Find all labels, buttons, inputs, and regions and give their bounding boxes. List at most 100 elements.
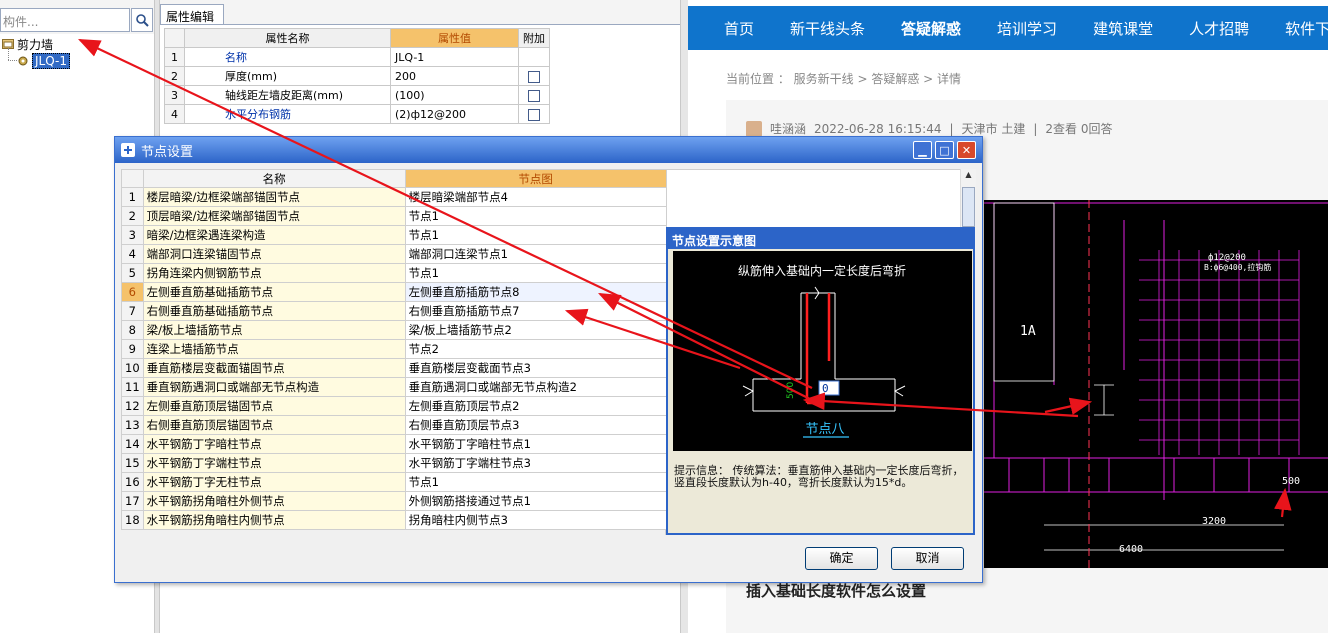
dialog-title-bar[interactable]: 节点设置 — [115, 137, 982, 163]
table-row[interactable]: 13 右侧垂直筋顶层锚固节点 右侧垂直筋顶层节点3 — [121, 415, 667, 435]
property-name: 厚度(mm) — [184, 66, 391, 86]
node-name: 右侧垂直筋顶层锚固节点 — [142, 415, 406, 435]
table-row[interactable]: 4 端部洞口连梁锚固节点 端部洞口连梁节点1 — [121, 244, 667, 264]
table-row[interactable]: 9 连梁上墙插筋节点 节点2 — [121, 339, 667, 359]
extra-checkbox[interactable] — [528, 70, 540, 83]
tab-property-editor[interactable]: 属性编辑 — [160, 4, 224, 24]
extra-checkbox[interactable] — [528, 89, 540, 102]
avatar[interactable] — [746, 120, 762, 137]
row-number: 2 — [164, 66, 185, 86]
extra-checkbox[interactable] — [528, 108, 540, 121]
table-row[interactable]: 8 梁/板上墙插筋节点 梁/板上墙插筋节点2 — [121, 320, 667, 340]
node-name: 垂直钢筋遇洞口或端部无节点构造 — [142, 377, 406, 397]
scroll-up-icon[interactable]: ▲ — [962, 170, 975, 184]
table-row[interactable]: 17 水平钢筋拐角暗柱外侧节点 外侧钢筋搭接通过节点1 — [121, 491, 667, 511]
node-name: 垂直筋楼层变截面锚固节点 — [142, 358, 406, 378]
property-name: 名称 — [184, 47, 391, 67]
table-row[interactable]: 4 水平分布钢筋 (2)ф12@200 — [164, 104, 550, 124]
property-value[interactable]: JLQ-1 — [390, 47, 519, 67]
node-value[interactable]: 楼层暗梁端部节点4 — [404, 187, 667, 207]
maximize-button[interactable]: □ — [935, 141, 954, 159]
row-number: 3 — [164, 85, 185, 105]
tree-node-label: 剪力墙 — [17, 37, 54, 52]
node-value[interactable]: 节点1 — [404, 225, 667, 245]
minimize-button[interactable]: ▁ — [913, 141, 932, 159]
nav-headlines[interactable]: 新干线头条 — [790, 18, 865, 39]
node-value[interactable]: 右侧垂直筋插筋节点7 — [404, 301, 667, 321]
node-value[interactable]: 节点1 — [404, 206, 667, 226]
node-name: 端部洞口连梁锚固节点 — [142, 244, 406, 264]
close-icon: ✕ — [961, 143, 972, 157]
nav-training[interactable]: 培训学习 — [997, 18, 1057, 39]
table-row[interactable]: 1 楼层暗梁/边框梁端部锚固节点 楼层暗梁端部节点4 — [121, 187, 667, 207]
node-value[interactable]: 右侧垂直筋顶层节点3 — [404, 415, 667, 435]
node-name: 水平钢筋丁字无柱节点 — [142, 472, 406, 492]
property-value[interactable]: (2)ф12@200 — [390, 104, 519, 124]
node-name: 楼层暗梁/边框梁端部锚固节点 — [142, 187, 406, 207]
nav-home[interactable]: 首页 — [724, 18, 754, 39]
node-value[interactable]: 节点2 — [404, 339, 667, 359]
search-icon — [136, 14, 149, 27]
node-value[interactable]: 节点1 — [404, 472, 667, 492]
table-row[interactable]: 3 暗梁/边框梁遇连梁构造 节点1 — [121, 225, 667, 245]
nav-classroom[interactable]: 建筑课堂 — [1093, 18, 1153, 39]
close-button[interactable]: ✕ — [957, 141, 976, 159]
table-row[interactable]: 12 左侧垂直筋顶层锚固节点 左侧垂直筋顶层节点2 — [121, 396, 667, 416]
table-row[interactable]: 2 顶层暗梁/边框梁端部锚固节点 节点1 — [121, 206, 667, 226]
ok-button[interactable]: 确定 — [805, 547, 878, 570]
nav-jobs[interactable]: 人才招聘 — [1189, 18, 1249, 39]
node-value[interactable]: 外侧钢筋搭接通过节点1 — [404, 491, 667, 511]
author-name[interactable]: 哇涵涵 — [770, 120, 806, 137]
property-value[interactable]: 200 — [390, 66, 519, 86]
node-value[interactable]: 梁/板上墙插筋节点2 — [404, 320, 667, 340]
table-row[interactable]: 7 右侧垂直筋基础插筋节点 右侧垂直筋插筋节点7 — [121, 301, 667, 321]
cancel-button[interactable]: 取消 — [891, 547, 964, 570]
node-value[interactable]: 垂直筋楼层变截面节点3 — [404, 358, 667, 378]
column-header: 附加 — [518, 28, 550, 48]
table-row[interactable]: 14 水平钢筋丁字暗柱节点 水平钢筋丁字暗柱节点1 — [121, 434, 667, 454]
row-number: 2 — [121, 206, 144, 226]
tree-connector — [8, 48, 9, 60]
property-value[interactable]: (100) — [390, 85, 519, 105]
table-row[interactable]: 6 左侧垂直筋基础插筋节点 左侧垂直筋插筋节点8 — [121, 282, 667, 302]
node-value[interactable]: 拐角暗柱内侧节点3 — [404, 510, 667, 530]
table-row[interactable]: 16 水平钢筋丁字无柱节点 节点1 — [121, 472, 667, 492]
tree-node-jlq1[interactable]: JLQ-1 — [17, 53, 70, 69]
minimize-icon: ▁ — [918, 143, 927, 157]
table-row[interactable]: 10 垂直筋楼层变截面锚固节点 垂直筋楼层变截面节点3 — [121, 358, 667, 378]
cad-label-1a: 1A — [1020, 324, 1036, 339]
node-value[interactable]: 左侧垂直筋插筋节点8 — [404, 282, 667, 302]
nav-qa[interactable]: 答疑解惑 — [901, 18, 961, 39]
column-header: 属性值 — [390, 28, 519, 48]
node-value[interactable]: 水平钢筋丁字暗柱节点1 — [404, 434, 667, 454]
diagram-node-label: 节点八 — [805, 422, 844, 437]
row-number: 6 — [121, 282, 144, 302]
table-row[interactable]: 1 名称 JLQ-1 — [164, 47, 550, 67]
table-row[interactable]: 11 垂直钢筋遇洞口或端部无节点构造 垂直筋遇洞口或端部无节点构造2 — [121, 377, 667, 397]
search-button[interactable] — [131, 8, 153, 32]
diagram-dimension: 500 — [786, 382, 796, 399]
tree-node-shear-wall[interactable]: 剪力墙 — [2, 36, 53, 52]
node-value[interactable]: 垂直筋遇洞口或端部无节点构造2 — [404, 377, 667, 397]
scroll-thumb[interactable] — [962, 187, 975, 227]
row-number: 4 — [121, 244, 144, 264]
node-value[interactable]: 左侧垂直筋顶层节点2 — [404, 396, 667, 416]
node-value[interactable]: 节点1 — [404, 263, 667, 283]
node-name: 左侧垂直筋基础插筋节点 — [142, 282, 406, 302]
node-name: 连梁上墙插筋节点 — [142, 339, 406, 359]
node-name: 水平钢筋丁字端柱节点 — [142, 453, 406, 473]
component-search-input[interactable]: 构件... — [0, 8, 130, 32]
table-row[interactable]: 3 轴线距左墙皮距离(mm) (100) — [164, 85, 550, 105]
table-row[interactable]: 15 水平钢筋丁字端柱节点 水平钢筋丁字端柱节点3 — [121, 453, 667, 473]
table-row[interactable]: 2 厚度(mm) 200 — [164, 66, 550, 86]
cad-dim-label: 3200 — [1202, 516, 1226, 527]
table-row[interactable]: 5 拐角连梁内侧钢筋节点 节点1 — [121, 263, 667, 283]
separator: | — [1033, 121, 1038, 136]
row-number: 12 — [121, 396, 144, 416]
table-row[interactable]: 18 水平钢筋拐角暗柱内侧节点 拐角暗柱内侧节点3 — [121, 510, 667, 530]
node-value[interactable]: 水平钢筋丁字端柱节点3 — [404, 453, 667, 473]
node-value[interactable]: 端部洞口连梁节点1 — [404, 244, 667, 264]
nav-software[interactable]: 软件下 — [1285, 18, 1328, 39]
row-number: 1 — [121, 187, 144, 207]
corner-cell — [164, 28, 185, 48]
